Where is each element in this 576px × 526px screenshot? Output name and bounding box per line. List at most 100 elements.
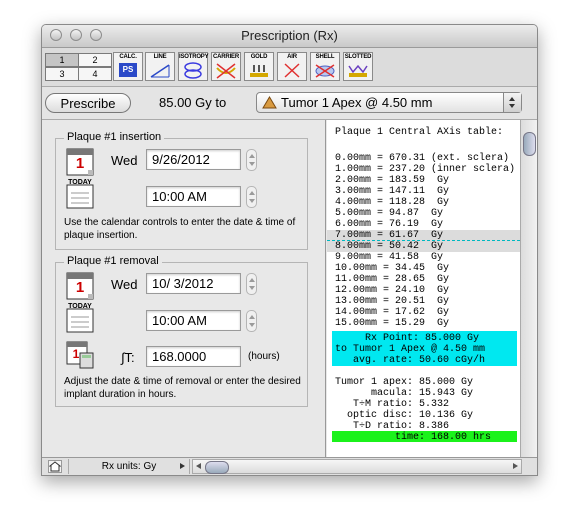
axis-table-row: 13.00mm = 20.51 Gy bbox=[335, 296, 450, 307]
axis-table-row: 5.00mm = 94.87 Gy bbox=[335, 208, 444, 219]
summary-line: T÷D ratio: 8.386 bbox=[335, 421, 450, 432]
units-dropdown[interactable]: Rx units: Gy bbox=[68, 459, 190, 474]
axis-table-row: 4.00mm = 118.28 Gy bbox=[335, 197, 450, 208]
scroll-thumb[interactable] bbox=[523, 132, 536, 156]
axis-table-row: 2.00mm = 183.59 Gy bbox=[335, 175, 450, 186]
line-button[interactable]: LINE bbox=[145, 52, 175, 81]
units-label: Rx units: Gy bbox=[101, 461, 157, 472]
duration-field[interactable]: 168.0000 bbox=[146, 346, 241, 367]
duration-unit: (hours) bbox=[248, 351, 280, 362]
axis-table-row: 15.00mm = 15.29 Gy bbox=[335, 318, 450, 329]
calc-ps-button[interactable]: CALC. PS bbox=[113, 52, 143, 81]
calendar-icon[interactable]: 1 bbox=[66, 146, 94, 176]
title-bar: Prescription (Rx) bbox=[42, 25, 537, 48]
removal-time-stepper[interactable] bbox=[246, 310, 257, 332]
triangle-right-icon bbox=[180, 463, 185, 469]
status-bar: Rx units: Gy bbox=[42, 457, 537, 475]
line-icon bbox=[150, 64, 170, 78]
scroll-right-icon[interactable] bbox=[513, 463, 518, 469]
slotted-button[interactable]: SLOTTED bbox=[343, 52, 373, 81]
today-calendar-icon[interactable]: TODAY bbox=[66, 303, 94, 333]
slotted-icon bbox=[348, 64, 368, 77]
shell-icon bbox=[315, 64, 335, 78]
prescribe-button[interactable]: Prescribe bbox=[45, 93, 131, 113]
axis-table-row: 9.00mm = 41.58 Gy bbox=[335, 252, 444, 263]
axis-table-pane: Plaque 1 Central AXis table: 0.00mm = 67… bbox=[327, 120, 520, 457]
summary-line: optic disc: 10.136 Gy bbox=[335, 410, 474, 421]
prescription-bar: Prescribe 85.00 Gy to Tumor 1 Apex @ 4.5… bbox=[42, 87, 537, 120]
plaque-4-button[interactable]: 4 bbox=[78, 67, 112, 81]
insertion-group: Plaque #1 insertion 1 Wed 9/26/2012 TODA… bbox=[55, 131, 308, 250]
axis-table-row: 1.00mm = 237.20 (inner sclera) bbox=[335, 164, 516, 175]
carrier-button[interactable]: CARRIER bbox=[211, 52, 241, 81]
calc-ps-icon: PS bbox=[119, 63, 137, 77]
removal-date-stepper[interactable] bbox=[246, 273, 257, 295]
home-icon bbox=[48, 461, 62, 472]
calendar-day: 1 bbox=[75, 155, 85, 172]
chevron-updown-icon bbox=[503, 93, 521, 112]
insertion-date-field[interactable]: 9/26/2012 bbox=[146, 149, 241, 170]
axis-table-row: 12.00mm = 24.10 Gy bbox=[335, 285, 450, 296]
isotropy-button[interactable]: ISOTROPY bbox=[178, 52, 209, 81]
calendar-icon[interactable]: 1 bbox=[66, 270, 94, 300]
summary-line: macula: 15.943 Gy bbox=[335, 388, 474, 399]
removal-time-field[interactable]: 10:00 AM bbox=[146, 310, 241, 331]
dates-pane: Plaque #1 insertion 1 Wed 9/26/2012 TODA… bbox=[42, 120, 326, 457]
axis-table-row: 10.00mm = 34.45 Gy bbox=[335, 263, 450, 274]
horizontal-scrollbar[interactable] bbox=[192, 459, 522, 474]
calendar-day: 1 bbox=[75, 279, 85, 296]
summary-line: T÷M ratio: 5.332 bbox=[335, 399, 450, 410]
today-label: TODAY bbox=[68, 303, 92, 310]
plaque-3-button[interactable]: 3 bbox=[45, 67, 79, 81]
target-select[interactable]: Tumor 1 Apex @ 4.50 mm bbox=[256, 92, 522, 113]
tumor-icon bbox=[262, 96, 277, 109]
scroll-thumb[interactable] bbox=[205, 461, 229, 474]
today-label: TODAY bbox=[68, 179, 92, 186]
gold-button[interactable]: GOLD bbox=[244, 52, 274, 81]
air-icon bbox=[284, 63, 300, 78]
vertical-scrollbar[interactable] bbox=[520, 120, 537, 457]
insertion-title: Plaque #1 insertion bbox=[64, 131, 165, 143]
calendar-calculator-icon[interactable]: 1 bbox=[66, 339, 94, 369]
calendar-day: 1 bbox=[72, 347, 80, 361]
rx-rate-line: avg. rate: 50.60 cGy/h bbox=[335, 355, 486, 366]
prescription-window: Prescription (Rx) 1 2 3 4 CALC. PS LINE … bbox=[41, 24, 538, 476]
toolbar: 1 2 3 4 CALC. PS LINE ISOTROPY CARRIER G… bbox=[42, 48, 537, 87]
target-value: Tumor 1 Apex @ 4.50 mm bbox=[281, 95, 433, 110]
window-title: Prescription (Rx) bbox=[241, 28, 338, 43]
insertion-time-stepper[interactable] bbox=[246, 186, 257, 208]
air-button[interactable]: AIR bbox=[277, 52, 307, 81]
axis-table-title: Plaque 1 Central AXis table: bbox=[335, 127, 504, 138]
plaque-2-button[interactable]: 2 bbox=[78, 53, 112, 67]
scroll-left-icon[interactable] bbox=[196, 463, 201, 469]
summary-time-line: time: 168.00 hrs bbox=[335, 432, 492, 443]
insertion-date-stepper[interactable] bbox=[246, 149, 257, 171]
shell-button[interactable]: SHELL bbox=[310, 52, 340, 81]
isotropy-icon bbox=[184, 62, 202, 79]
insertion-help: Use the calendar controls to enter the d… bbox=[64, 217, 296, 241]
removal-title: Plaque #1 removal bbox=[64, 255, 162, 267]
rx-target-line: to Tumor 1 Apex @ 4.50 mm bbox=[335, 344, 486, 355]
removal-weekday: Wed bbox=[111, 277, 138, 292]
removal-date-field[interactable]: 10/ 3/2012 bbox=[146, 273, 241, 294]
insertion-time-field[interactable]: 10:00 AM bbox=[146, 186, 241, 207]
home-button[interactable] bbox=[48, 460, 62, 473]
summary-line: Tumor 1 apex: 85.000 Gy bbox=[335, 377, 474, 388]
gold-icon bbox=[250, 65, 268, 77]
axis-table-row: 8.00mm = 50.42 Gy bbox=[335, 241, 444, 252]
axis-table-row: 6.00mm = 76.19 Gy bbox=[335, 219, 444, 230]
today-calendar-icon[interactable]: TODAY bbox=[66, 179, 94, 209]
duration-label: ∫T: bbox=[121, 350, 135, 365]
axis-table-row: 7.00mm = 61.67 Gy bbox=[335, 230, 444, 241]
removal-group: Plaque #1 removal 1 Wed 10/ 3/2012 TODAY… bbox=[55, 255, 308, 407]
carrier-icon bbox=[216, 63, 236, 79]
axis-table-row: 3.00mm = 147.11 Gy bbox=[335, 186, 450, 197]
insertion-weekday: Wed bbox=[111, 153, 138, 168]
dose-label: 85.00 Gy to bbox=[159, 95, 227, 110]
rx-point-line: Rx Point: 85.000 Gy bbox=[335, 333, 480, 344]
axis-table-row: 11.00mm = 28.65 Gy bbox=[335, 274, 450, 285]
plaque-1-button[interactable]: 1 bbox=[45, 53, 79, 67]
removal-help: Adjust the date & time of removal or ent… bbox=[64, 376, 301, 400]
axis-table-row: 14.00mm = 17.62 Gy bbox=[335, 307, 450, 318]
axis-table-row: 0.00mm = 670.31 (ext. sclera) bbox=[335, 153, 510, 164]
